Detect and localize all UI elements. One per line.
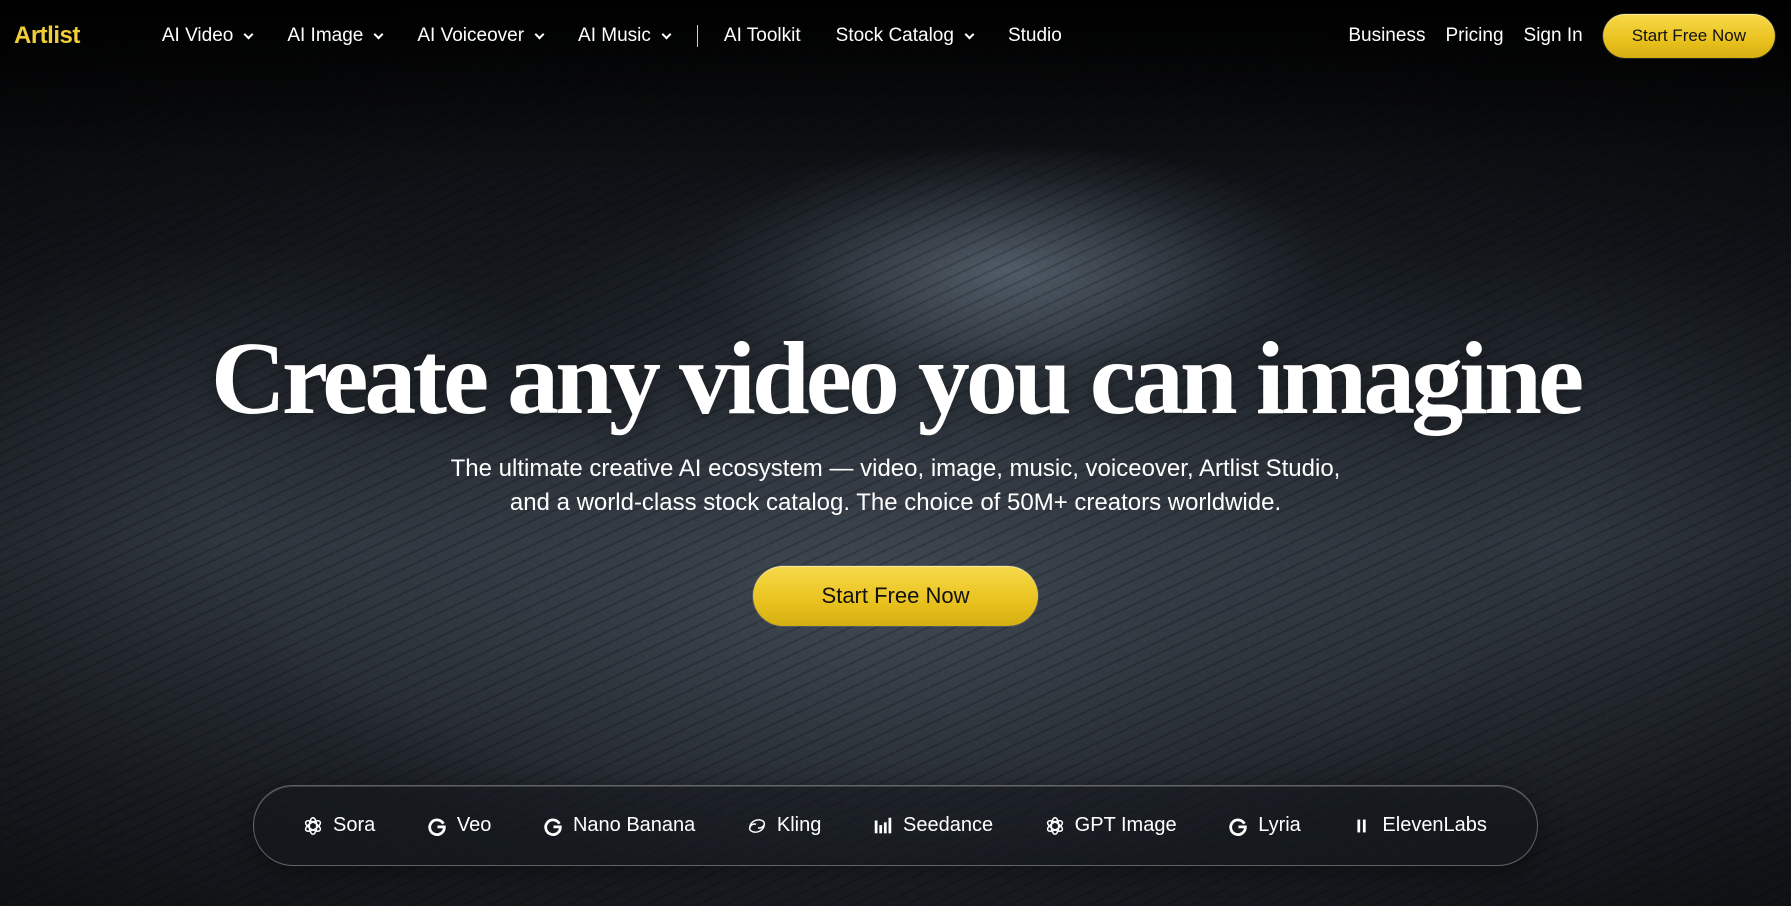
main-menu: AI Video AI Image AI Voiceover AI Music … <box>162 25 1097 47</box>
nav-item-stock-catalog[interactable]: Stock Catalog <box>835 25 975 47</box>
nav-item-ai-music[interactable]: AI Music <box>578 25 672 47</box>
model-seedance[interactable]: Seedance <box>872 814 993 837</box>
nav-item-ai-voiceover[interactable]: AI Voiceover <box>417 25 545 47</box>
nav-item-ai-video[interactable]: AI Video <box>161 25 254 47</box>
bars-icon <box>872 815 894 837</box>
start-free-now-hero-button[interactable]: Start Free Now <box>753 566 1038 626</box>
model-nano-banana[interactable]: Nano Banana <box>542 814 695 837</box>
model-label: Seedance <box>902 814 994 836</box>
nav-item-ai-image[interactable]: AI Image <box>287 25 384 47</box>
kling-icon <box>746 815 768 837</box>
nav-label: Stock Catalog <box>835 25 954 46</box>
model-sora[interactable]: Sora <box>302 814 375 837</box>
hero-title: Create any video you can imagine <box>210 321 1584 436</box>
model-label: Veo <box>456 814 492 836</box>
business-link[interactable]: Business <box>1348 25 1425 47</box>
nav-item-ai-toolkit[interactable]: AI Toolkit <box>724 25 801 47</box>
nav-right-group: Business Pricing Sign In Start Free Now <box>1348 14 1777 58</box>
nav-label: AI Music <box>578 25 651 46</box>
pricing-link[interactable]: Pricing <box>1445 25 1503 47</box>
google-icon <box>542 815 564 837</box>
ai-models-bar: Sora Veo Nano Banana Kling Seedance GPT … <box>253 785 1538 866</box>
google-icon <box>1227 815 1249 837</box>
hero-subtitle-line-1: The ultimate creative AI ecosystem — vid… <box>450 455 1341 482</box>
chevron-down-icon <box>243 29 254 39</box>
elevenlabs-icon <box>1351 815 1373 837</box>
start-free-now-nav-button[interactable]: Start Free Now <box>1602 14 1775 58</box>
artlist-logo[interactable]: Artlist <box>14 22 80 50</box>
nav-label: AI Image <box>287 25 364 46</box>
chevron-down-icon <box>661 29 672 39</box>
top-navigation: Artlist AI Video AI Image AI Voiceover A… <box>0 0 1791 72</box>
model-veo[interactable]: Veo <box>426 814 491 837</box>
hero-subtitle: The ultimate creative AI ecosystem — vid… <box>0 452 1791 520</box>
nav-label: Studio <box>1007 25 1062 46</box>
model-label: Kling <box>776 814 822 836</box>
model-kling[interactable]: Kling <box>746 814 821 837</box>
google-icon <box>426 815 448 837</box>
hero-subtitle-line-2: and a world-class stock catalog. The cho… <box>509 489 1282 516</box>
logo-text: Artlist <box>14 22 80 49</box>
nav-label: AI Video <box>161 25 234 46</box>
model-label: Sora <box>333 814 376 836</box>
model-label: ElevenLabs <box>1382 814 1487 836</box>
chevron-down-icon <box>373 29 384 39</box>
openai-icon <box>302 815 324 837</box>
model-label: Lyria <box>1258 814 1301 836</box>
nav-divider <box>696 25 698 47</box>
model-gpt-image[interactable]: GPT Image <box>1044 814 1177 837</box>
chevron-down-icon <box>534 29 545 39</box>
sign-in-link[interactable]: Sign In <box>1524 25 1583 47</box>
nav-label: AI Voiceover <box>417 25 525 46</box>
model-elevenlabs[interactable]: ElevenLabs <box>1351 814 1487 837</box>
model-label: Nano Banana <box>572 814 696 836</box>
model-label: GPT Image <box>1074 814 1177 836</box>
chevron-down-icon <box>964 29 975 39</box>
nav-label: AI Toolkit <box>723 25 801 46</box>
nav-item-studio[interactable]: Studio <box>1008 25 1062 47</box>
openai-icon <box>1044 815 1066 837</box>
model-lyria[interactable]: Lyria <box>1227 814 1301 837</box>
